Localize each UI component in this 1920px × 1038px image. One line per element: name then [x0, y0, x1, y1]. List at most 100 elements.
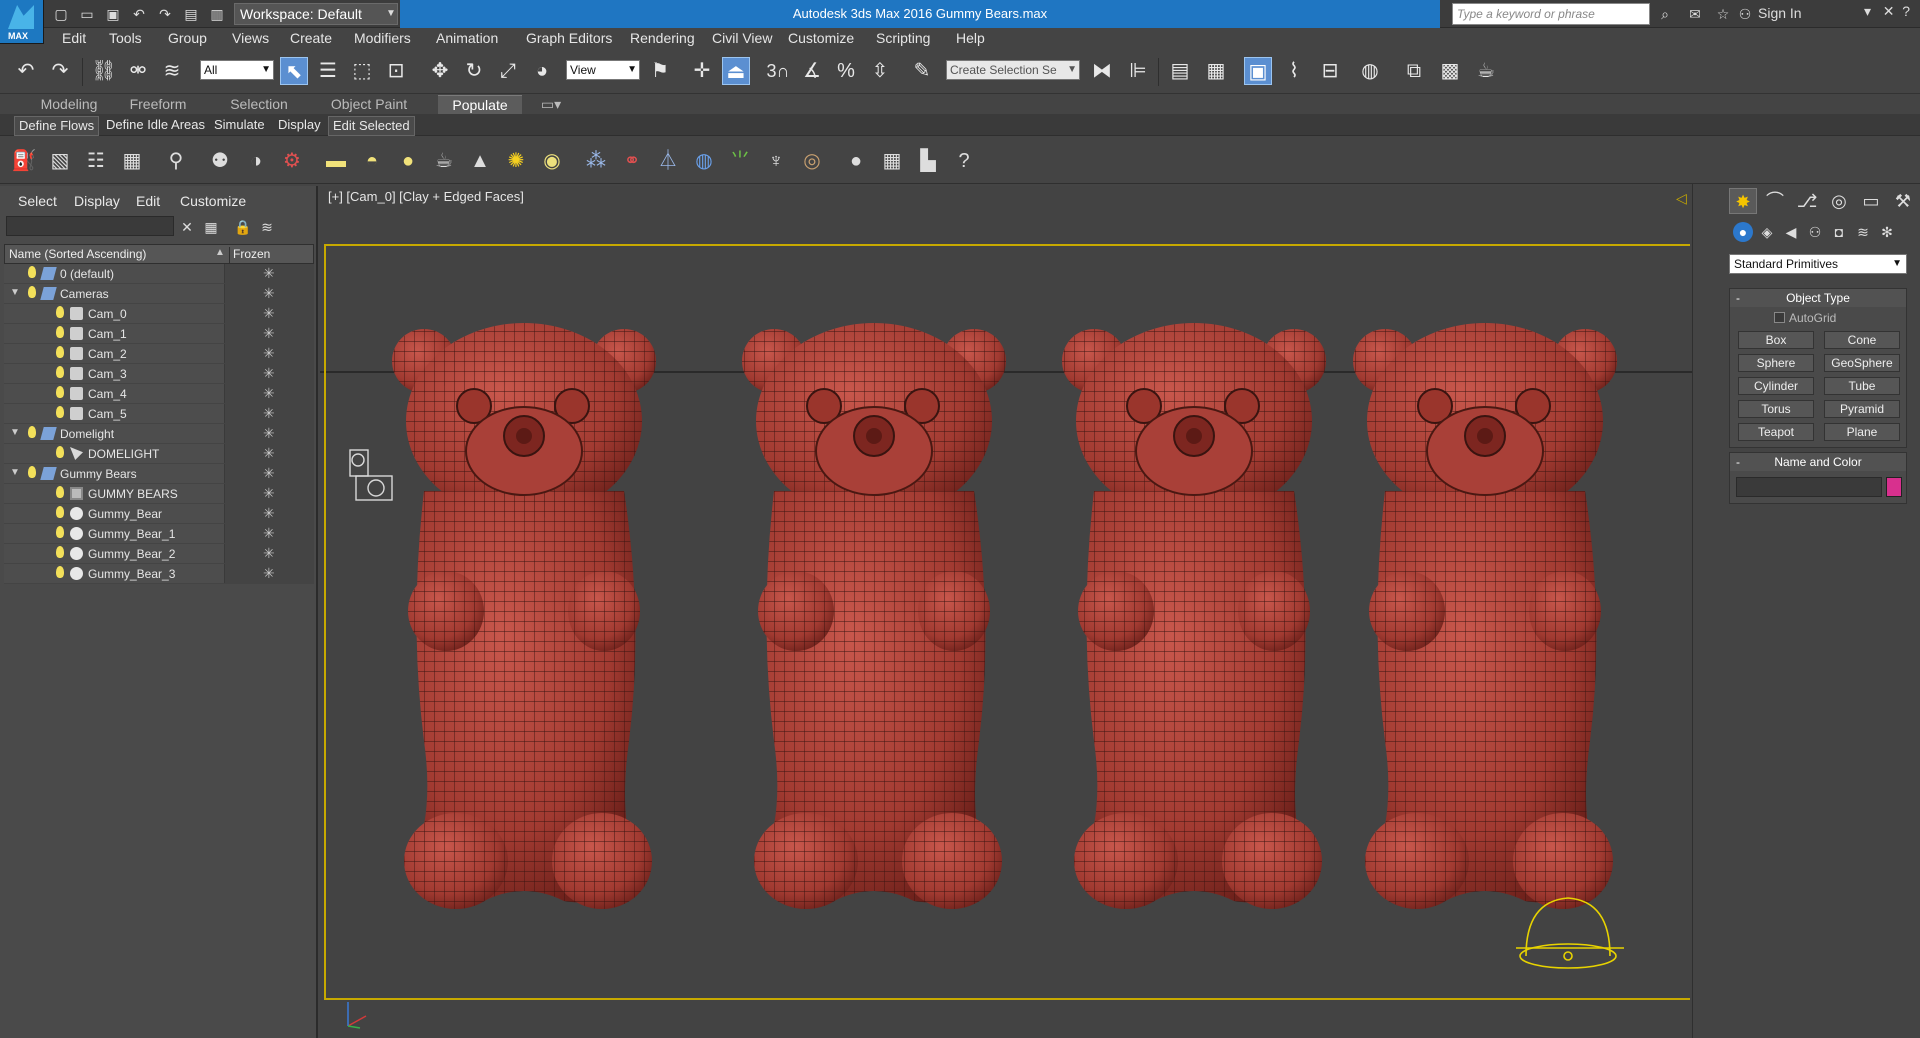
- new-file-icon[interactable]: ▢: [52, 6, 70, 22]
- select-by-name-icon[interactable]: ☰: [314, 57, 342, 85]
- selection-region-icon[interactable]: ⬚: [348, 57, 376, 85]
- freeze-toggle-icon[interactable]: ✳: [263, 565, 275, 582]
- globe-icon[interactable]: ◍: [690, 147, 718, 175]
- visibility-bulb-icon[interactable]: [56, 526, 64, 538]
- explorer-row[interactable]: Gummy_Bear_3 ✳: [4, 564, 314, 584]
- open-file-icon[interactable]: ▭: [78, 6, 96, 22]
- keyboard-shortcut-override-icon[interactable]: ⏏: [722, 57, 750, 85]
- visibility-bulb-icon[interactable]: [56, 406, 64, 418]
- viewport-camera[interactable]: [+] [Cam_0] [Clay + Edged Faces] ◁: [320, 186, 1692, 1038]
- freeze-toggle-icon[interactable]: ✳: [263, 385, 275, 402]
- sign-in-link[interactable]: Sign In: [1758, 5, 1802, 21]
- explorer-row[interactable]: Cam_0 ✳: [4, 304, 314, 324]
- dome-primitive-icon[interactable]: ◓: [358, 147, 386, 175]
- tripod-icon[interactable]: ⏃: [654, 147, 682, 175]
- edit-selected-button[interactable]: Edit Selected: [328, 116, 415, 136]
- explorer-row[interactable]: Cam_2 ✳: [4, 344, 314, 364]
- half-sphere-icon[interactable]: ◑: [242, 147, 270, 175]
- grass-icon[interactable]: ⺌: [726, 147, 754, 175]
- freeze-toggle-icon[interactable]: ✳: [263, 525, 275, 542]
- space-warps-icon[interactable]: ≋: [1853, 222, 1873, 242]
- freeze-toggle-icon[interactable]: ✳: [263, 405, 275, 422]
- hair-fur-icon[interactable]: ♆: [762, 147, 790, 175]
- filter-icon[interactable]: ≋: [258, 218, 276, 236]
- name-and-color-header[interactable]: - Name and Color: [1730, 453, 1906, 471]
- freeze-toggle-icon[interactable]: ✳: [263, 505, 275, 522]
- disc-icon[interactable]: ◉: [538, 147, 566, 175]
- freeze-toggle-icon[interactable]: ✳: [263, 485, 275, 502]
- workspace-icon[interactable]: ▥: [208, 6, 226, 22]
- menu-animation[interactable]: Animation: [436, 30, 498, 46]
- explorer-row[interactable]: GUMMY BEARS ✳: [4, 484, 314, 504]
- freeze-toggle-icon[interactable]: ✳: [263, 305, 275, 322]
- viewport-side-triangle-icon[interactable]: ◁: [1676, 190, 1690, 206]
- select-object-icon[interactable]: ⬉: [280, 57, 308, 85]
- user-icon[interactable]: ⚇: [1736, 6, 1754, 22]
- helpers-icon[interactable]: ◘: [1829, 222, 1849, 242]
- primitive-box-button[interactable]: Box: [1738, 331, 1814, 349]
- rendered-frame-window-icon[interactable]: ▩: [1436, 57, 1464, 85]
- viewport-label[interactable]: [+] [Cam_0] [Clay + Edged Faces]: [328, 189, 524, 204]
- reference-coordinate-dropdown[interactable]: View ▼: [566, 60, 640, 80]
- teapot-primitive-icon[interactable]: ☕: [430, 147, 458, 175]
- object-color-swatch[interactable]: [1886, 477, 1902, 497]
- favorites-star-icon[interactable]: ☆: [1714, 6, 1732, 22]
- visibility-bulb-icon[interactable]: [56, 386, 64, 398]
- helper-icon[interactable]: ⚙: [278, 147, 306, 175]
- explorer-options-icon[interactable]: ▦: [202, 218, 220, 236]
- bind-space-warp-icon[interactable]: ≋: [158, 57, 186, 85]
- search-input[interactable]: Type a keyword or phrase: [1452, 3, 1650, 25]
- menu-help[interactable]: Help: [956, 30, 985, 46]
- percent-snap-icon[interactable]: %: [832, 57, 860, 85]
- box-primitive-icon[interactable]: ▬: [322, 147, 350, 175]
- cone-primitive-icon[interactable]: ▲: [466, 147, 494, 175]
- explorer-menu-customize[interactable]: Customize: [180, 193, 246, 209]
- explorer-row[interactable]: Cam_5 ✳: [4, 404, 314, 424]
- name-column-header[interactable]: Name (Sorted Ascending): [9, 247, 146, 261]
- subscription-icon[interactable]: ✉: [1686, 6, 1704, 22]
- freeze-toggle-icon[interactable]: ✳: [263, 265, 275, 282]
- undo-icon[interactable]: ↶: [130, 6, 148, 22]
- mirror-icon[interactable]: ⧓: [1088, 57, 1116, 85]
- visibility-bulb-icon[interactable]: [28, 266, 36, 278]
- explorer-search-input[interactable]: [6, 216, 174, 236]
- image-plane-icon[interactable]: ▧: [46, 147, 74, 175]
- window-controls[interactable]: ▾ ✕ ?: [1864, 3, 1910, 20]
- select-and-scale-icon[interactable]: ⤢: [494, 57, 522, 85]
- grid-table-icon[interactable]: ▦: [118, 147, 146, 175]
- menu-edit[interactable]: Edit: [62, 30, 86, 46]
- select-manipulate-icon[interactable]: ✛: [688, 57, 716, 85]
- render-production-icon[interactable]: ☕: [1472, 57, 1500, 85]
- sun-icon[interactable]: ✺: [502, 147, 530, 175]
- freeze-toggle-icon[interactable]: ✳: [263, 465, 275, 482]
- menu-civil-view[interactable]: Civil View: [712, 30, 772, 46]
- explorer-menu-edit[interactable]: Edit: [136, 193, 160, 209]
- lock-icon[interactable]: 🔒: [234, 218, 252, 236]
- toggle-ribbon-icon[interactable]: ▦: [1202, 57, 1230, 85]
- cameras-icon[interactable]: ⚇: [1805, 222, 1825, 242]
- lights-icon[interactable]: ◀: [1781, 222, 1801, 242]
- explorer-menu-select[interactable]: Select: [18, 193, 57, 209]
- explorer-row[interactable]: Cam_1 ✳: [4, 324, 314, 344]
- explorer-row[interactable]: ▼ Domelight ✳: [4, 424, 314, 444]
- freeze-toggle-icon[interactable]: ✳: [263, 285, 275, 302]
- visibility-bulb-icon[interactable]: [56, 546, 64, 558]
- hierarchy-tab-icon[interactable]: ⎇: [1793, 188, 1821, 214]
- visibility-bulb-icon[interactable]: [56, 306, 64, 318]
- render-icon[interactable]: ▙: [914, 147, 942, 175]
- schematic-view-icon[interactable]: ⊟: [1316, 57, 1344, 85]
- freeze-toggle-icon[interactable]: ✳: [263, 445, 275, 462]
- modify-tab-icon[interactable]: ⌒: [1761, 188, 1789, 214]
- freeze-toggle-icon[interactable]: ✳: [263, 545, 275, 562]
- explorer-row[interactable]: Cam_3 ✳: [4, 364, 314, 384]
- selection-filter-dropdown[interactable]: All ▼: [200, 60, 274, 80]
- snaps-toggle-icon[interactable]: 3∩: [764, 57, 792, 85]
- tab-populate[interactable]: Populate: [438, 95, 522, 114]
- primitive-pyramid-button[interactable]: Pyramid: [1824, 400, 1900, 418]
- systems-icon[interactable]: ✻: [1877, 222, 1897, 242]
- render-setup-icon[interactable]: ⧉: [1400, 57, 1428, 85]
- autogrid-checkbox[interactable]: AutoGrid: [1774, 311, 1836, 325]
- motion-tab-icon[interactable]: ◎: [1825, 188, 1853, 214]
- explorer-menu-display[interactable]: Display: [74, 193, 120, 209]
- tab-object-paint[interactable]: Object Paint: [324, 95, 414, 114]
